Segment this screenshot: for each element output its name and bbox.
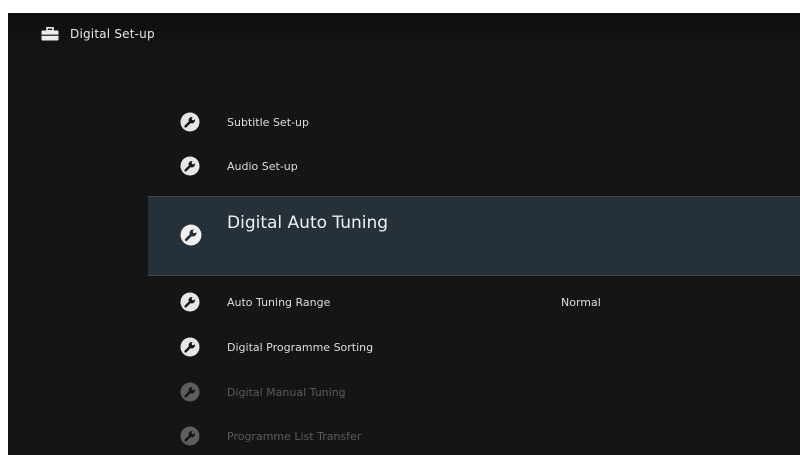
wrench-icon: [180, 382, 200, 402]
menu-item-label: Subtitle Set-up: [227, 115, 309, 129]
wrench-icon: [180, 426, 200, 446]
wrench-icon: [180, 156, 200, 176]
menu-item-label: Auto Tuning Range: [227, 295, 331, 309]
menu-item-label: Programme List Transfer: [227, 429, 362, 443]
menu-item-audio-setup[interactable]: Audio Set-up: [8, 155, 800, 177]
wrench-icon: [180, 112, 200, 132]
menu-item-digital-programme-sorting[interactable]: Digital Programme Sorting: [8, 336, 800, 358]
wrench-icon: [180, 337, 200, 357]
wrench-icon: [180, 224, 202, 246]
tv-screen: Digital Set-up Subtitle Set-up Audio Set…: [8, 13, 800, 455]
menu-header: Digital Set-up: [8, 13, 800, 55]
toolbox-icon: [41, 27, 59, 41]
auto-tuning-range-value: Normal: [561, 295, 601, 309]
menu-item-label: Digital Manual Tuning: [227, 385, 346, 399]
menu-item-label: Digital Programme Sorting: [227, 340, 374, 354]
menu-item-programme-list-transfer: Programme List Transfer: [8, 425, 800, 447]
page-title: Digital Set-up: [70, 27, 155, 41]
menu-item-digital-manual-tuning: Digital Manual Tuning: [8, 381, 800, 403]
menu-item-digital-auto-tuning[interactable]: Digital Auto Tuning: [148, 196, 800, 276]
menu-item-subtitle-setup[interactable]: Subtitle Set-up: [8, 111, 800, 133]
wrench-icon: [180, 292, 200, 312]
menu-item-auto-tuning-range[interactable]: Auto Tuning Range Normal: [8, 291, 800, 313]
menu-item-label: Digital Auto Tuning: [227, 213, 389, 233]
menu-item-label: Audio Set-up: [227, 159, 298, 173]
